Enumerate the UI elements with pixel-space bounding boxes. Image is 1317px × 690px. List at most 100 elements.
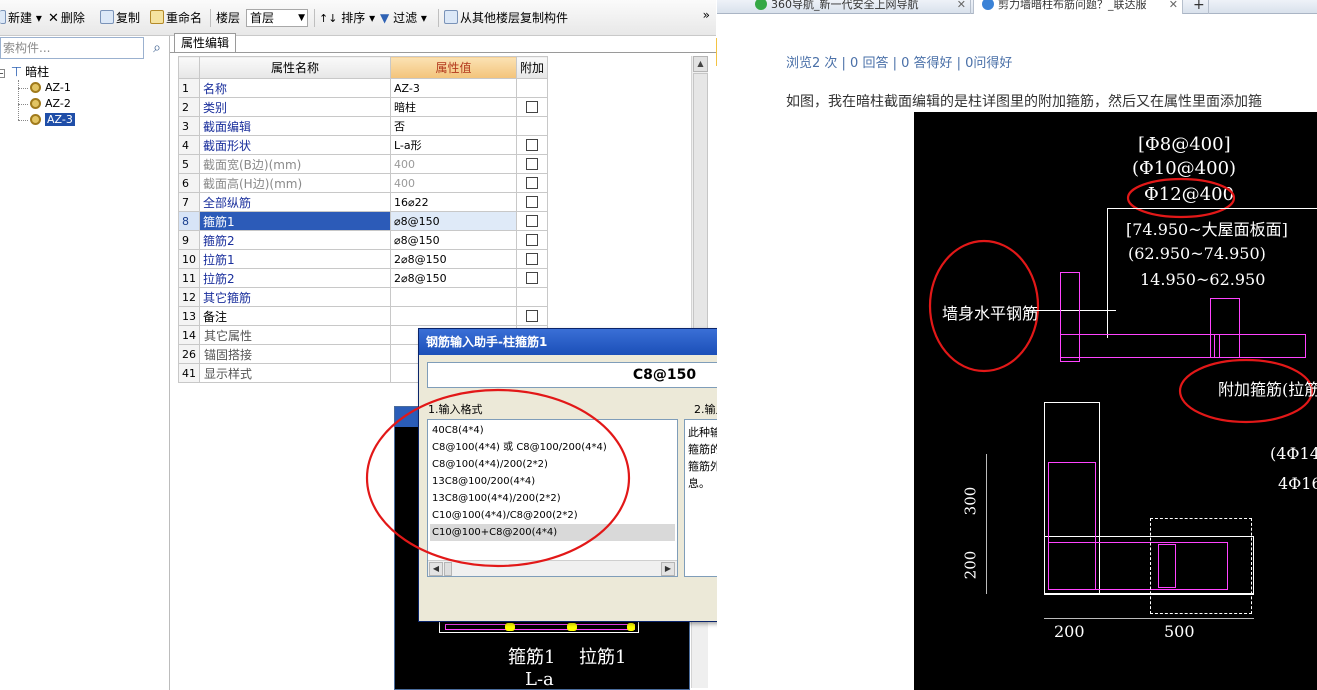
property-row[interactable]: 12 其它箍筋 bbox=[178, 287, 549, 307]
column-header-name[interactable]: 属性名称 bbox=[199, 56, 391, 79]
extra-checkbox[interactable] bbox=[526, 215, 538, 227]
expand-icon[interactable]: + bbox=[200, 370, 201, 381]
site-icon bbox=[982, 0, 994, 10]
property-extra[interactable] bbox=[515, 135, 549, 155]
extra-checkbox[interactable] bbox=[526, 177, 538, 189]
copy-from-floor-button[interactable]: 从其他楼层复制构件 bbox=[444, 9, 568, 27]
search-input[interactable]: 索构件... bbox=[0, 37, 144, 59]
property-row[interactable]: 5 截面宽(B边)(mm) 400 bbox=[178, 154, 549, 174]
property-value[interactable]: ⌀8@150 bbox=[390, 211, 517, 231]
property-value[interactable]: 否 bbox=[390, 116, 517, 136]
search-icon[interactable]: ⌕ bbox=[146, 37, 168, 59]
property-name[interactable]: 箍筋2 bbox=[199, 230, 391, 250]
sort-button[interactable]: ↑↓ 排序 ▾ bbox=[319, 9, 375, 27]
drawing-text: [Φ8@400] bbox=[1138, 134, 1231, 155]
property-row[interactable]: 10 拉筋1 2⌀8@150 bbox=[178, 249, 549, 269]
floor-select[interactable]: 首层 ▼ bbox=[246, 9, 308, 27]
property-value[interactable]: 400 bbox=[390, 173, 517, 193]
expand-icon[interactable]: + bbox=[200, 351, 201, 362]
extra-checkbox[interactable] bbox=[526, 139, 538, 151]
property-name[interactable]: 其它箍筋 bbox=[199, 287, 391, 307]
new-tab-button[interactable]: + bbox=[1187, 0, 1209, 14]
property-name[interactable]: 箍筋1 bbox=[199, 211, 391, 231]
extra-checkbox[interactable] bbox=[526, 158, 538, 170]
property-value[interactable]: 暗柱 bbox=[390, 97, 517, 117]
question-stats[interactable]: 浏览2 次 | 0 回答 | 0 答得好 | 0问得好 bbox=[786, 52, 1012, 71]
browser-tab[interactable]: 360导航_新一代安全上网导航 ✕ bbox=[747, 0, 971, 14]
property-extra[interactable] bbox=[515, 306, 549, 326]
property-name[interactable]: 拉筋1 bbox=[199, 249, 391, 269]
close-tab-icon[interactable]: ✕ bbox=[1169, 0, 1178, 14]
property-value[interactable] bbox=[390, 287, 517, 307]
extra-checkbox[interactable] bbox=[526, 234, 538, 246]
property-name[interactable]: +显示样式 bbox=[199, 363, 391, 383]
extra-checkbox[interactable] bbox=[526, 196, 538, 208]
property-value[interactable]: 400 bbox=[390, 154, 517, 174]
row-number: 3 bbox=[178, 116, 200, 136]
column-header-value[interactable]: 属性值 bbox=[390, 56, 517, 79]
tree-node-root[interactable]: − ⊤ 暗柱 bbox=[0, 64, 49, 80]
property-row[interactable]: 3 截面编辑 否 bbox=[178, 116, 549, 136]
rename-button[interactable]: 重命名 bbox=[150, 9, 202, 27]
property-row[interactable]: 11 拉筋2 2⌀8@150 bbox=[178, 268, 549, 288]
property-row[interactable]: 8 箍筋1 ⌀8@150 bbox=[178, 211, 549, 231]
scroll-up-icon[interactable]: ▲ bbox=[693, 56, 708, 72]
property-name[interactable]: +其它属性 bbox=[199, 325, 391, 345]
tree-item[interactable]: AZ-1 bbox=[30, 80, 71, 96]
tab-property-edit[interactable]: 属性编辑 bbox=[174, 33, 236, 53]
extra-checkbox[interactable] bbox=[526, 272, 538, 284]
property-value[interactable]: AZ-3 bbox=[390, 78, 517, 98]
property-name[interactable]: 拉筋2 bbox=[199, 268, 391, 288]
property-row[interactable]: 1 名称 AZ-3 bbox=[178, 78, 549, 98]
copy-button[interactable]: 复制 bbox=[100, 9, 140, 27]
close-tab-icon[interactable]: ✕ bbox=[957, 0, 966, 14]
property-row[interactable]: 6 截面高(H边)(mm) 400 bbox=[178, 173, 549, 193]
property-name[interactable]: 截面宽(B边)(mm) bbox=[199, 154, 391, 174]
property-value[interactable] bbox=[390, 306, 517, 326]
property-row[interactable]: 4 截面形状 L-a形 bbox=[178, 135, 549, 155]
row-number: 14 bbox=[178, 325, 200, 345]
tree-item-selected[interactable]: AZ-3 bbox=[30, 112, 75, 128]
property-name[interactable]: 截面编辑 bbox=[199, 116, 391, 136]
delete-button[interactable]: ✕ 删除 bbox=[48, 9, 85, 27]
property-row[interactable]: 9 箍筋2 ⌀8@150 bbox=[178, 230, 549, 250]
property-value[interactable]: 2⌀8@150 bbox=[390, 268, 517, 288]
property-extra[interactable] bbox=[515, 154, 549, 174]
property-value[interactable]: L-a形 bbox=[390, 135, 517, 155]
property-extra[interactable] bbox=[515, 173, 549, 193]
property-extra[interactable] bbox=[515, 249, 549, 269]
extra-checkbox[interactable] bbox=[526, 310, 538, 322]
row-number: 1 bbox=[178, 78, 200, 98]
property-extra[interactable] bbox=[515, 230, 549, 250]
scroll-right-icon[interactable]: ▶ bbox=[661, 562, 675, 576]
component-icon bbox=[30, 114, 41, 125]
tree-item[interactable]: AZ-2 bbox=[30, 96, 71, 112]
property-extra bbox=[515, 116, 549, 136]
extra-checkbox[interactable] bbox=[526, 253, 538, 265]
toolbar-overflow-icon[interactable]: » bbox=[703, 8, 710, 22]
property-value[interactable]: 16⌀22 bbox=[390, 192, 517, 212]
property-row[interactable]: 7 全部纵筋 16⌀22 bbox=[178, 192, 549, 212]
property-extra[interactable] bbox=[515, 268, 549, 288]
property-name[interactable]: 类别 bbox=[199, 97, 391, 117]
column-header-extra[interactable]: 附加 bbox=[515, 56, 549, 79]
new-button[interactable]: 新建 ▾ bbox=[0, 9, 42, 27]
property-value[interactable]: 2⌀8@150 bbox=[390, 249, 517, 269]
expand-icon[interactable]: + bbox=[200, 332, 201, 343]
property-name[interactable]: 备注 bbox=[199, 306, 391, 326]
property-name[interactable]: +锚固搭接 bbox=[199, 344, 391, 364]
extra-checkbox[interactable] bbox=[526, 101, 538, 113]
property-extra[interactable] bbox=[515, 192, 549, 212]
rebar-dot bbox=[505, 623, 515, 631]
property-value[interactable]: ⌀8@150 bbox=[390, 230, 517, 250]
property-name[interactable]: 名称 bbox=[199, 78, 391, 98]
property-row[interactable]: 2 类别 暗柱 bbox=[178, 97, 549, 117]
property-extra[interactable] bbox=[515, 211, 549, 231]
browser-tab-active[interactable]: 剪力墙暗柱布筋问题？_联达服 ✕ bbox=[973, 0, 1183, 14]
property-row[interactable]: 13 备注 bbox=[178, 306, 549, 326]
property-name[interactable]: 全部纵筋 bbox=[199, 192, 391, 212]
property-name[interactable]: 截面形状 bbox=[199, 135, 391, 155]
property-extra[interactable] bbox=[515, 97, 549, 117]
property-name[interactable]: 截面高(H边)(mm) bbox=[199, 173, 391, 193]
filter-button[interactable]: ▼ 过滤 ▾ bbox=[380, 9, 427, 27]
